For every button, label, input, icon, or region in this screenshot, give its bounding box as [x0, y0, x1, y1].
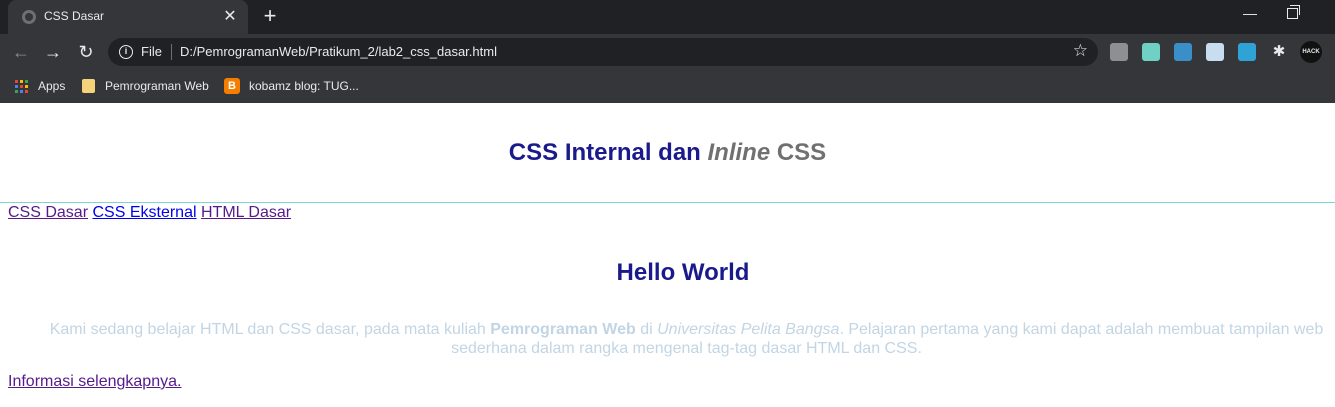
- new-tab-button[interactable]: +: [258, 5, 282, 29]
- close-tab-icon[interactable]: ✕: [220, 7, 240, 27]
- bookmark-apps[interactable]: Apps: [15, 77, 65, 95]
- reload-button[interactable]: ↻: [74, 40, 98, 64]
- browser-tab[interactable]: CSS Dasar ✕: [8, 0, 248, 34]
- back-button[interactable]: ←: [9, 40, 33, 64]
- apps-dot: [25, 79, 28, 83]
- apps-dot: [15, 84, 18, 88]
- blogger-icon: B: [224, 78, 240, 94]
- address-scheme: File: [141, 44, 162, 59]
- apps-grid-icon: [15, 79, 28, 93]
- apps-dot: [15, 79, 18, 83]
- horizontal-rule: [0, 202, 1335, 203]
- address-url[interactable]: D:/PemrogramanWeb/Pratikum_2/lab2_css_da…: [180, 44, 497, 59]
- nav-link-css-eksternal[interactable]: CSS Eksternal: [92, 204, 196, 221]
- bookmark-label: Apps: [38, 79, 66, 93]
- globe-icon: [22, 10, 36, 24]
- bookmark-folder[interactable]: Pemrograman Web: [82, 77, 209, 95]
- title-part: CSS Internal dan: [508, 139, 708, 166]
- bookmarks-bar: Apps Pemrograman Web B kobamz blog: TUG.…: [0, 70, 1335, 103]
- tab-strip: CSS Dasar ✕ + —: [0, 0, 1335, 34]
- address-divider: [171, 44, 172, 60]
- extensions-area: ✱ HACK PACK: [1110, 41, 1322, 77]
- address-bar[interactable]: i File D:/PemrogramanWeb/Pratikum_2/lab2…: [108, 38, 1098, 66]
- extension-icon[interactable]: [1238, 43, 1256, 61]
- toolbar: ← → ↻ i File D:/PemrogramanWeb/Pratikum_…: [0, 34, 1335, 77]
- bookmark-label: Pemrograman Web: [105, 79, 209, 93]
- nav-link-css-dasar[interactable]: CSS Dasar: [8, 204, 88, 221]
- extension-icon[interactable]: [1110, 43, 1128, 61]
- intro-paragraph: Kami sedang belajar HTML dan CSS dasar, …: [38, 320, 1335, 358]
- extension-icon[interactable]: [1206, 43, 1224, 61]
- para-text: Kami sedang belajar HTML dan CSS dasar, …: [49, 321, 491, 338]
- folder-icon: [82, 79, 95, 93]
- more-info-link[interactable]: Informasi selengkapnya.: [8, 373, 181, 391]
- bookmark-blog[interactable]: B kobamz blog: TUG...: [224, 77, 359, 95]
- tab-title: CSS Dasar: [44, 9, 105, 23]
- bookmark-label: kobamz blog: TUG...: [249, 79, 359, 93]
- para-bold: Pemrograman Web: [490, 321, 636, 338]
- apps-dot: [20, 84, 23, 88]
- title-italic: Inline: [707, 139, 771, 166]
- apps-dot: [25, 84, 28, 88]
- apps-dot: [15, 89, 18, 93]
- forward-button[interactable]: →: [41, 40, 65, 64]
- page-content: CSS Internal dan Inline CSS CSS Dasar CS…: [0, 103, 1335, 407]
- info-icon[interactable]: i: [119, 45, 133, 59]
- apps-dot: [20, 79, 23, 83]
- para-italic: Universitas Pelita Bangsa: [657, 321, 840, 338]
- page-title: CSS Internal dan Inline CSS: [0, 139, 1335, 167]
- restore-button[interactable]: [1287, 5, 1300, 19]
- title-part: CSS: [770, 139, 827, 166]
- apps-dot: [20, 89, 23, 93]
- para-text: di: [635, 321, 658, 338]
- puzzle-icon[interactable]: ✱: [1270, 43, 1288, 61]
- extension-icon[interactable]: [1142, 43, 1160, 61]
- nav-links: CSS Dasar CSS Eksternal HTML Dasar: [8, 204, 291, 222]
- apps-dot: [25, 89, 28, 93]
- hello-heading: Hello World: [616, 259, 750, 286]
- nav-link-html-dasar[interactable]: HTML Dasar: [201, 204, 291, 221]
- profile-avatar[interactable]: HACK PACK: [1300, 41, 1322, 77]
- bookmark-star-icon[interactable]: ☆: [1073, 41, 1088, 61]
- minimize-button[interactable]: —: [1240, 5, 1260, 25]
- extension-icon[interactable]: [1174, 43, 1192, 61]
